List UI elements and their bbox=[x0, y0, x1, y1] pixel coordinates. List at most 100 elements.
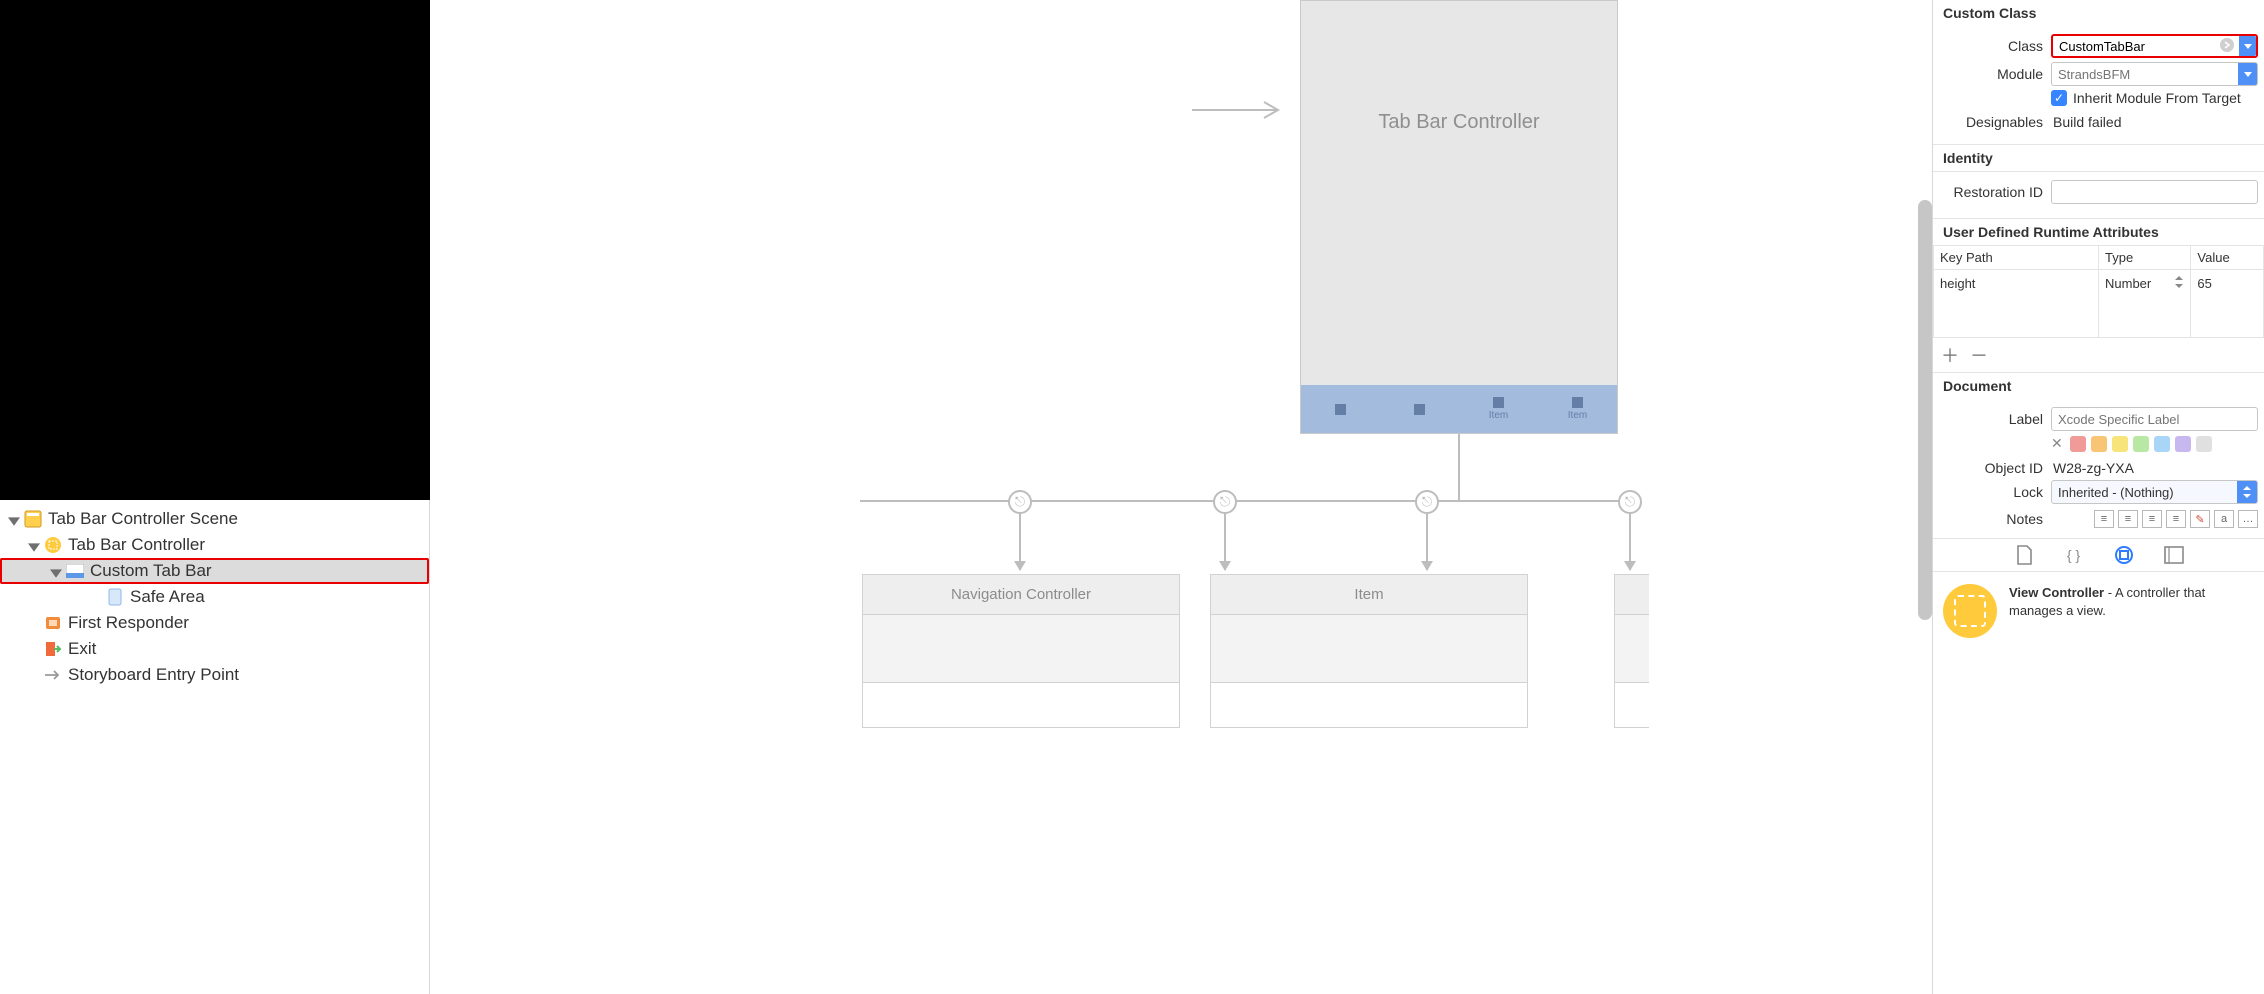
arrow-right-icon bbox=[44, 666, 62, 684]
more-icon[interactable]: … bbox=[2238, 510, 2258, 528]
color-swatch[interactable] bbox=[2175, 436, 2191, 452]
font-icon[interactable]: a bbox=[2214, 510, 2234, 528]
cell-keypath[interactable]: height bbox=[1934, 270, 2099, 298]
inspector-panel: Custom Class Class Module bbox=[1932, 0, 2264, 994]
chevron-down-icon[interactable] bbox=[2239, 36, 2256, 56]
identity-body: Restoration ID bbox=[1933, 172, 2264, 219]
cell-type[interactable]: Number bbox=[2099, 270, 2191, 298]
minus-icon[interactable]: － bbox=[1970, 346, 1988, 366]
object-library-icon[interactable] bbox=[2113, 544, 2135, 566]
tabbar-item[interactable]: Item bbox=[1538, 385, 1617, 433]
segue-node-icon[interactable]: ⎋ bbox=[1213, 490, 1237, 514]
tab-icon bbox=[1572, 397, 1583, 408]
tabbarcontroller-box[interactable]: Tab Bar Controller Item Item bbox=[1300, 0, 1618, 434]
plus-icon[interactable]: ＋ bbox=[1941, 346, 1959, 366]
file-template-icon[interactable] bbox=[2013, 544, 2035, 566]
updown-icon[interactable] bbox=[2237, 481, 2257, 503]
checkbox-checked-icon[interactable]: ✓ bbox=[2051, 90, 2067, 106]
restoration-input[interactable] bbox=[2051, 180, 2258, 204]
segue-node-icon[interactable]: ⎋ bbox=[1008, 490, 1032, 514]
tabbar-icon bbox=[66, 562, 84, 580]
edit-icon[interactable]: ✎ bbox=[2190, 510, 2210, 528]
color-swatch[interactable] bbox=[2091, 436, 2107, 452]
notes-toolbar: ≡ ≡ ≡ ≡ ✎ a … bbox=[2094, 510, 2258, 528]
segue-arrow bbox=[1019, 514, 1021, 570]
library-item-viewcontroller[interactable]: View Controller - A controller that mana… bbox=[1933, 572, 2264, 650]
class-input[interactable] bbox=[2059, 39, 2219, 54]
section-header-udra: User Defined Runtime Attributes bbox=[1933, 219, 2264, 245]
code-snippet-icon[interactable]: { } bbox=[2063, 544, 2085, 566]
module-combobox[interactable] bbox=[2051, 62, 2258, 86]
media-library-icon[interactable] bbox=[2163, 544, 2185, 566]
library-item-text: View Controller - A controller that mana… bbox=[2009, 584, 2254, 619]
tabbar-item[interactable] bbox=[1380, 385, 1459, 433]
color-swatch[interactable] bbox=[2196, 436, 2212, 452]
align-center-icon[interactable]: ≡ bbox=[2118, 510, 2138, 528]
outline-row-exit[interactable]: Exit bbox=[0, 636, 429, 662]
scrollbar-vertical[interactable] bbox=[1918, 200, 1932, 620]
customclass-body: Class Module ✓ Inherit Module bbox=[1933, 26, 2264, 145]
arrow-circle-icon[interactable] bbox=[2219, 37, 2235, 56]
clear-swatch-icon[interactable]: ✕ bbox=[2051, 435, 2063, 452]
segue-node-icon[interactable]: ⎋ bbox=[1618, 490, 1642, 514]
table-row[interactable]: height Number 65 bbox=[1934, 270, 2264, 298]
outline-label: Custom Tab Bar bbox=[90, 561, 212, 581]
color-swatch[interactable] bbox=[2112, 436, 2128, 452]
tabbar[interactable]: Item Item bbox=[1301, 385, 1617, 433]
objectid-value: W28-zg-YXA bbox=[2051, 460, 2134, 476]
color-swatch[interactable] bbox=[2133, 436, 2149, 452]
outline-row-safearea[interactable]: Safe Area bbox=[0, 584, 429, 610]
chevron-down-icon[interactable] bbox=[2238, 63, 2257, 85]
storyboard-canvas[interactable]: Tab Bar Controller Item Item ⎋ ⎋ ⎋ ⎋ Na bbox=[430, 0, 1932, 994]
outline-scene-row[interactable]: Tab Bar Controller Scene bbox=[0, 506, 429, 532]
vc-title: Tab Bar Controller bbox=[1301, 111, 1617, 134]
entry-arrow-icon bbox=[1190, 100, 1290, 120]
document-body: Label ✕ Object ID W28-zg-YXA Lock Inheri… bbox=[1933, 399, 2264, 538]
dest-box-partial[interactable] bbox=[1614, 574, 1649, 728]
updown-icon[interactable] bbox=[2174, 275, 2184, 292]
lock-combobox[interactable]: Inherited - (Nothing) bbox=[2051, 480, 2258, 504]
inherit-checkbox-row[interactable]: ✓ Inherit Module From Target bbox=[2051, 90, 2258, 106]
col-keypath: Key Path bbox=[1934, 246, 2099, 270]
lock-value: Inherited - (Nothing) bbox=[2058, 485, 2174, 500]
restoration-input-field[interactable] bbox=[2058, 185, 2251, 200]
cell-value[interactable]: 65 bbox=[2191, 270, 2264, 298]
outline-row-tabbarcontroller[interactable]: Tab Bar Controller bbox=[0, 532, 429, 558]
segue-node-icon[interactable]: ⎋ bbox=[1415, 490, 1439, 514]
restoration-label: Restoration ID bbox=[1939, 184, 2043, 200]
section-header-customclass: Custom Class bbox=[1933, 0, 2264, 26]
tab-label: Item bbox=[1489, 410, 1508, 421]
document-outline: Tab Bar Controller Scene Tab Bar Control… bbox=[0, 500, 429, 994]
color-swatch[interactable] bbox=[2070, 436, 2086, 452]
section-header-identity: Identity bbox=[1933, 145, 2264, 172]
align-justify-icon[interactable]: ≡ bbox=[2166, 510, 2186, 528]
align-left-icon[interactable]: ≡ bbox=[2094, 510, 2114, 528]
color-swatch[interactable] bbox=[2154, 436, 2170, 452]
outline-row-customtabbar[interactable]: Custom Tab Bar bbox=[0, 558, 429, 584]
chevron-down-icon[interactable] bbox=[8, 512, 22, 526]
chevron-down-icon[interactable] bbox=[28, 538, 42, 552]
col-type: Type bbox=[2099, 246, 2191, 270]
outline-row-firstresponder[interactable]: First Responder bbox=[0, 610, 429, 636]
dest-body bbox=[863, 683, 1179, 727]
section-header-document: Document bbox=[1933, 373, 2264, 399]
class-combobox[interactable] bbox=[2051, 34, 2258, 58]
type-text: Number bbox=[2105, 276, 2151, 291]
outline-row-entrypoint[interactable]: Storyboard Entry Point bbox=[0, 662, 429, 688]
segue-arrow bbox=[1426, 514, 1428, 570]
class-label: Class bbox=[1939, 38, 2043, 54]
designables-label: Designables bbox=[1939, 114, 2043, 130]
tabbar-item[interactable]: Item bbox=[1459, 385, 1538, 433]
module-input[interactable] bbox=[2058, 67, 2238, 82]
dest-box-nav[interactable]: Navigation Controller bbox=[862, 574, 1180, 728]
chevron-down-icon[interactable] bbox=[50, 564, 64, 578]
navigator-panel: Tab Bar Controller Scene Tab Bar Control… bbox=[0, 0, 430, 994]
tabbar-item[interactable] bbox=[1301, 385, 1380, 433]
runtime-attributes-table[interactable]: Key Path Type Value height Number 65 bbox=[1933, 245, 2264, 338]
dest-box-item[interactable]: Item bbox=[1210, 574, 1528, 728]
dest-title: Item bbox=[1211, 575, 1527, 615]
label-input-field[interactable] bbox=[2058, 412, 2251, 427]
align-right-icon[interactable]: ≡ bbox=[2142, 510, 2162, 528]
label-input[interactable] bbox=[2051, 407, 2258, 431]
designables-value: Build failed bbox=[2051, 114, 2122, 130]
